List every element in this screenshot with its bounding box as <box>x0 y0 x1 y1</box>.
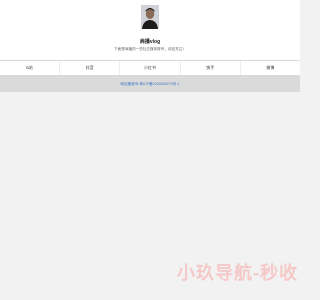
profile-name: 商播vlog <box>139 39 161 45</box>
icp-link[interactable]: 网站备案号:粤ICP备2024090274号-1 <box>121 82 180 86</box>
profile-tagline: 下面是商播的一些社交媒体账号，欢迎关注！ <box>114 47 186 51</box>
nav-item-bilibili[interactable]: B站 <box>0 61 61 75</box>
nav-item-douyin[interactable]: 抖音 <box>60 61 121 75</box>
page: 商播vlog 下面是商播的一些社交媒体账号，欢迎关注！ B站 抖音 小红书 快手… <box>0 0 300 300</box>
profile-header: 商播vlog 下面是商播的一些社交媒体账号，欢迎关注！ <box>0 0 300 60</box>
footer-infobar: 网站备案号:粤ICP备2024090274号-1 <box>0 76 300 92</box>
nav-item-xiaohongshu[interactable]: 小红书 <box>120 61 181 75</box>
avatar <box>141 5 159 29</box>
social-nav: B站 抖音 小红书 快手 微博 <box>0 60 300 76</box>
nav-item-weibo[interactable]: 微博 <box>241 61 300 75</box>
nav-item-kuaishou[interactable]: 快手 <box>181 61 241 75</box>
watermark: 小玖导航-秒收 <box>177 263 298 283</box>
